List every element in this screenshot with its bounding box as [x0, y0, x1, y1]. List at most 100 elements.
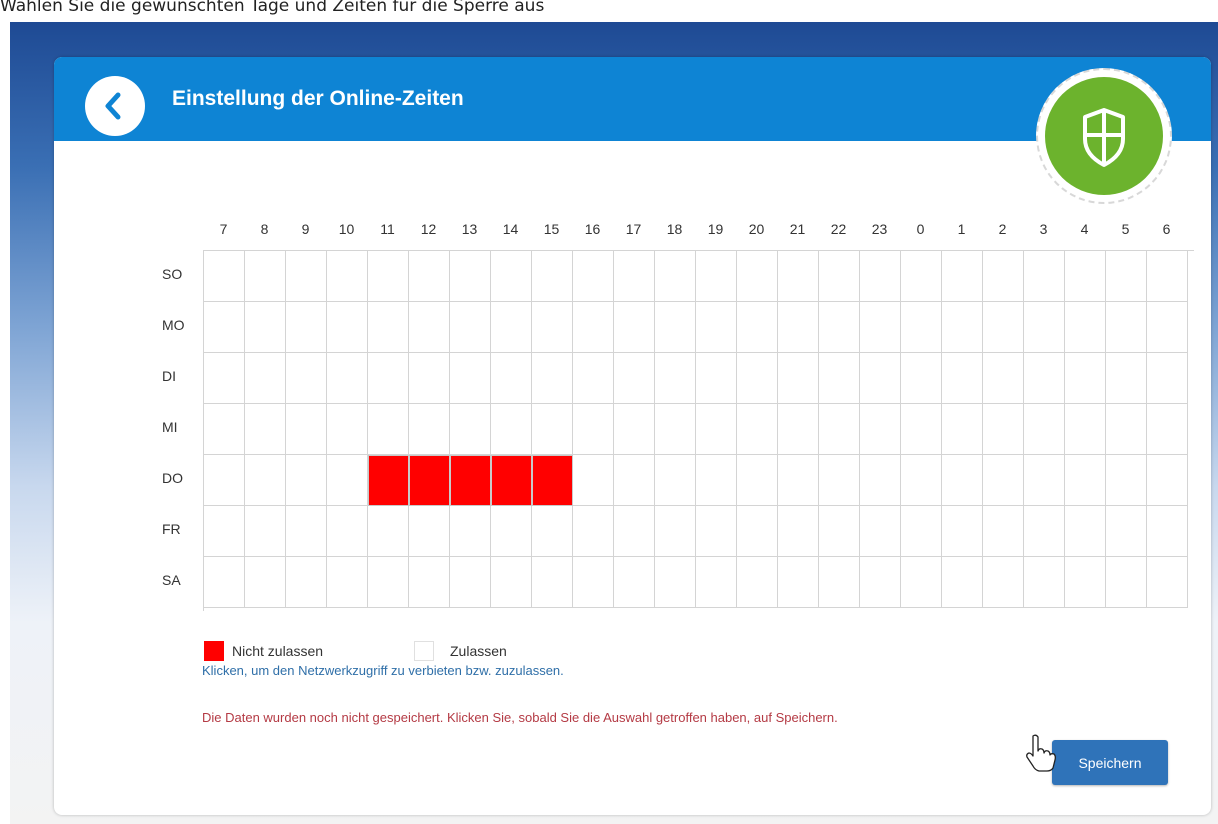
- schedule-cell[interactable]: [614, 251, 655, 302]
- schedule-cell[interactable]: [901, 302, 942, 353]
- schedule-cell[interactable]: [1106, 557, 1147, 608]
- schedule-cell[interactable]: [286, 353, 327, 404]
- schedule-cell[interactable]: [614, 557, 655, 608]
- schedule-cell[interactable]: [286, 455, 327, 506]
- schedule-cell[interactable]: [450, 557, 491, 608]
- schedule-cell[interactable]: [286, 302, 327, 353]
- schedule-cell[interactable]: [409, 557, 450, 608]
- schedule-cell[interactable]: [368, 557, 409, 608]
- schedule-cell[interactable]: [614, 353, 655, 404]
- schedule-cell[interactable]: [204, 251, 245, 302]
- schedule-cell[interactable]: [819, 353, 860, 404]
- schedule-cell[interactable]: [901, 251, 942, 302]
- schedule-cell[interactable]: [1106, 251, 1147, 302]
- schedule-cell[interactable]: [1147, 557, 1188, 608]
- schedule-cell[interactable]: [450, 251, 491, 302]
- schedule-cell[interactable]: [696, 353, 737, 404]
- schedule-cell[interactable]: [1024, 302, 1065, 353]
- schedule-cell[interactable]: [1065, 404, 1106, 455]
- schedule-cell[interactable]: [655, 455, 696, 506]
- schedule-cell[interactable]: [819, 251, 860, 302]
- schedule-cell[interactable]: [1024, 251, 1065, 302]
- schedule-cell[interactable]: [655, 557, 696, 608]
- schedule-cell[interactable]: [1147, 302, 1188, 353]
- schedule-cell[interactable]: [901, 404, 942, 455]
- schedule-cell[interactable]: [327, 455, 368, 506]
- schedule-cell[interactable]: [860, 404, 901, 455]
- schedule-cell[interactable]: [1147, 404, 1188, 455]
- schedule-cell[interactable]: [1147, 506, 1188, 557]
- schedule-cell[interactable]: [245, 557, 286, 608]
- schedule-cell[interactable]: [532, 455, 573, 506]
- schedule-cell[interactable]: [204, 302, 245, 353]
- schedule-cell[interactable]: [327, 557, 368, 608]
- schedule-cell[interactable]: [1065, 353, 1106, 404]
- schedule-cell[interactable]: [1024, 455, 1065, 506]
- schedule-cell[interactable]: [901, 353, 942, 404]
- schedule-cell[interactable]: [778, 302, 819, 353]
- schedule-cell[interactable]: [491, 506, 532, 557]
- schedule-cell[interactable]: [286, 557, 327, 608]
- schedule-cell[interactable]: [1024, 506, 1065, 557]
- schedule-cell[interactable]: [245, 251, 286, 302]
- schedule-cell[interactable]: [1024, 557, 1065, 608]
- schedule-cell[interactable]: [942, 557, 983, 608]
- schedule-cell[interactable]: [573, 251, 614, 302]
- schedule-cell[interactable]: [286, 251, 327, 302]
- schedule-cell[interactable]: [860, 506, 901, 557]
- schedule-cell[interactable]: [696, 557, 737, 608]
- schedule-cell[interactable]: [368, 506, 409, 557]
- schedule-cell[interactable]: [1106, 353, 1147, 404]
- schedule-cell[interactable]: [696, 404, 737, 455]
- schedule-cell[interactable]: [327, 404, 368, 455]
- schedule-cell[interactable]: [204, 557, 245, 608]
- schedule-cell[interactable]: [532, 302, 573, 353]
- schedule-cell[interactable]: [573, 506, 614, 557]
- schedule-cell[interactable]: [409, 455, 450, 506]
- schedule-cell[interactable]: [942, 353, 983, 404]
- schedule-cell[interactable]: [696, 506, 737, 557]
- schedule-cell[interactable]: [983, 302, 1024, 353]
- schedule-cell[interactable]: [942, 302, 983, 353]
- schedule-cell[interactable]: [491, 404, 532, 455]
- schedule-cell[interactable]: [491, 353, 532, 404]
- schedule-cell[interactable]: [614, 302, 655, 353]
- schedule-cell[interactable]: [450, 353, 491, 404]
- schedule-cell[interactable]: [245, 353, 286, 404]
- schedule-cell[interactable]: [1106, 302, 1147, 353]
- schedule-cell[interactable]: [409, 353, 450, 404]
- schedule-cell[interactable]: [450, 506, 491, 557]
- schedule-cell[interactable]: [655, 302, 696, 353]
- schedule-cell[interactable]: [368, 251, 409, 302]
- schedule-cell[interactable]: [491, 251, 532, 302]
- schedule-cell[interactable]: [573, 455, 614, 506]
- schedule-cell[interactable]: [983, 506, 1024, 557]
- schedule-cell[interactable]: [778, 353, 819, 404]
- schedule-cell[interactable]: [737, 506, 778, 557]
- schedule-cell[interactable]: [1024, 404, 1065, 455]
- schedule-cell[interactable]: [983, 455, 1024, 506]
- schedule-cell[interactable]: [655, 506, 696, 557]
- schedule-cell[interactable]: [983, 251, 1024, 302]
- schedule-cell[interactable]: [286, 506, 327, 557]
- schedule-cell[interactable]: [327, 353, 368, 404]
- schedule-cell[interactable]: [983, 353, 1024, 404]
- schedule-cell[interactable]: [1065, 557, 1106, 608]
- schedule-cell[interactable]: [614, 455, 655, 506]
- schedule-cell[interactable]: [573, 404, 614, 455]
- schedule-cell[interactable]: [409, 251, 450, 302]
- schedule-cell[interactable]: [368, 353, 409, 404]
- schedule-cell[interactable]: [737, 404, 778, 455]
- schedule-cell[interactable]: [655, 404, 696, 455]
- schedule-cell[interactable]: [1147, 251, 1188, 302]
- schedule-cell[interactable]: [204, 353, 245, 404]
- schedule-cell[interactable]: [532, 557, 573, 608]
- schedule-cell[interactable]: [450, 302, 491, 353]
- schedule-cell[interactable]: [245, 455, 286, 506]
- schedule-cell[interactable]: [245, 506, 286, 557]
- schedule-cell[interactable]: [368, 302, 409, 353]
- schedule-cell[interactable]: [327, 302, 368, 353]
- schedule-cell[interactable]: [655, 353, 696, 404]
- schedule-cell[interactable]: [450, 455, 491, 506]
- save-button[interactable]: Speichern: [1052, 740, 1168, 785]
